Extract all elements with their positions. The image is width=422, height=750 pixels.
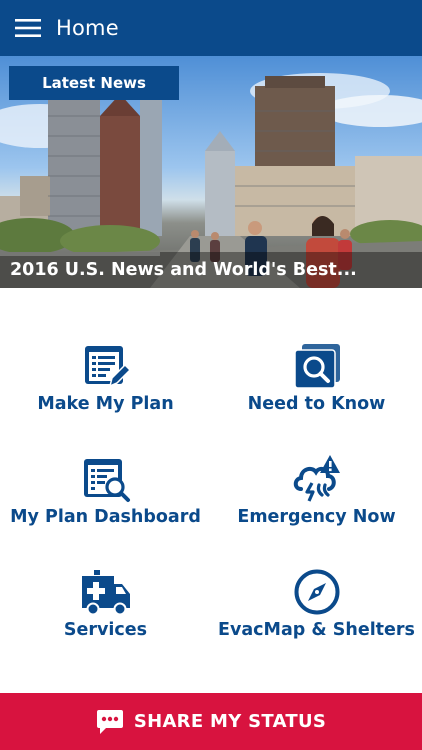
news-banner[interactable]: Latest News 2016 U.S. News and World's B…	[0, 56, 422, 288]
latest-news-tag[interactable]: Latest News	[9, 66, 179, 100]
page-title: Home	[56, 16, 119, 40]
emergency-now-button[interactable]: Emergency Now	[211, 401, 422, 527]
tile-label: EvacMap & Shelters	[218, 620, 415, 640]
storm-alert-icon	[291, 455, 343, 503]
compass-icon	[291, 568, 343, 616]
ambulance-icon	[80, 568, 132, 616]
share-my-status-label: SHARE MY STATUS	[133, 711, 327, 732]
my-plan-dashboard-button[interactable]: My Plan Dashboard	[0, 401, 211, 527]
evacmap-shelters-button[interactable]: EvacMap & Shelters	[211, 514, 422, 640]
hamburger-menu-icon[interactable]	[0, 0, 56, 56]
need-to-know-button[interactable]: Need to Know	[211, 288, 422, 414]
news-headline[interactable]: 2016 U.S. News and World's Best...	[0, 252, 422, 288]
app-bar: Home	[0, 0, 422, 56]
home-menu-grid: Make My Plan Need to Know My Plan Dashbo…	[0, 288, 422, 692]
tile-label: Services	[63, 620, 148, 640]
search-document-icon	[291, 342, 343, 390]
services-button[interactable]: Services	[0, 514, 211, 640]
share-my-status-button[interactable]: SHARE MY STATUS	[0, 693, 422, 750]
plan-document-edit-icon	[80, 342, 132, 390]
chat-bubble-icon	[96, 708, 124, 736]
make-my-plan-button[interactable]: Make My Plan	[0, 288, 211, 414]
dashboard-search-icon	[80, 455, 132, 503]
